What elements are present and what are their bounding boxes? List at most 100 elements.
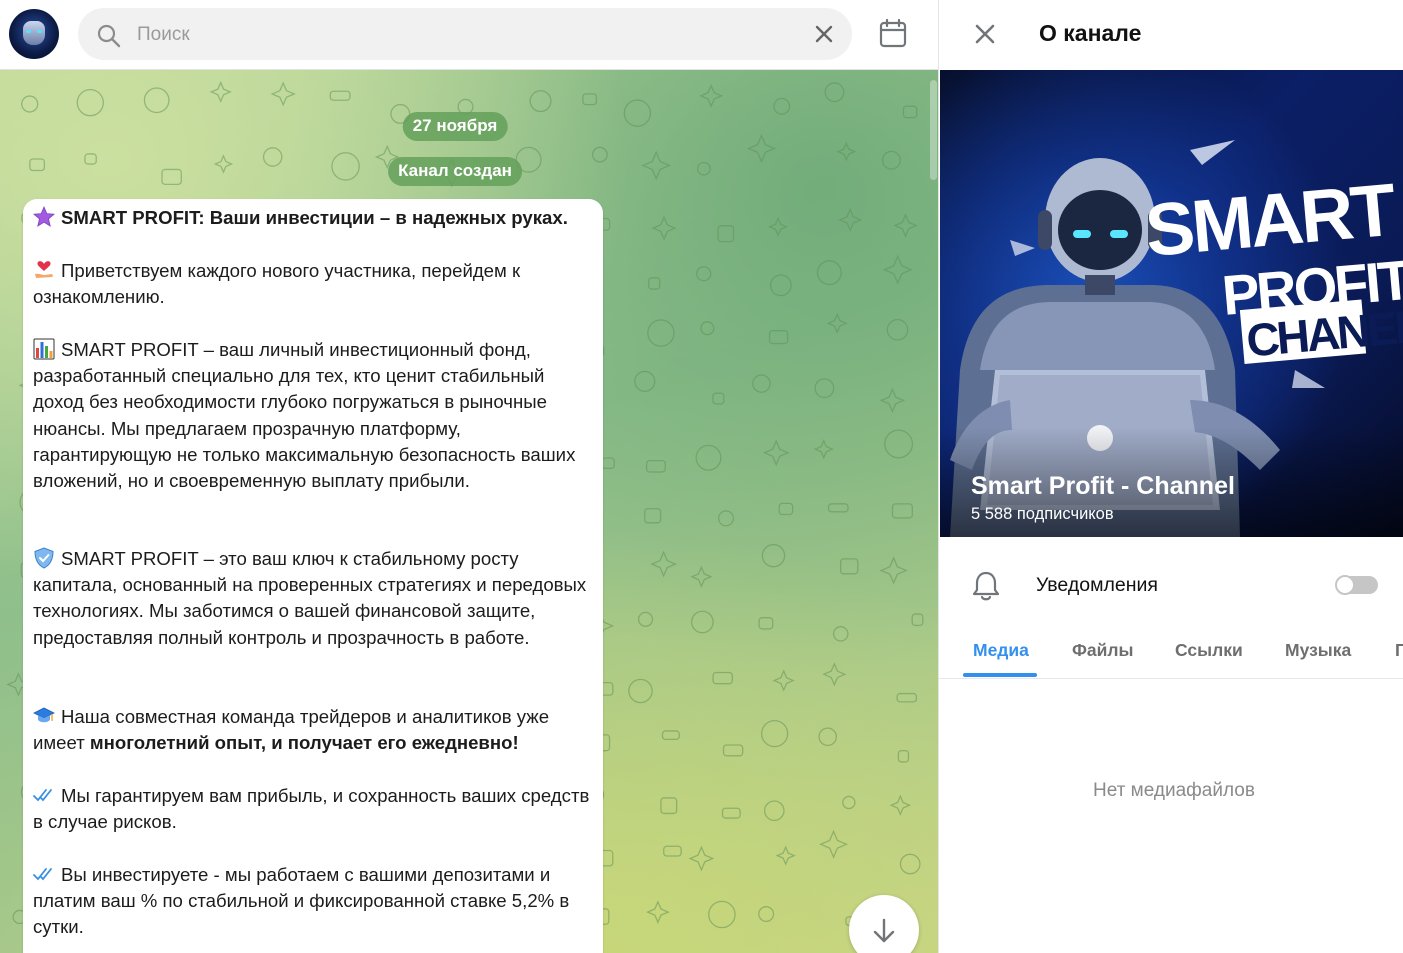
date-separator: 27 ноября xyxy=(402,112,508,141)
wallpaper-doodle xyxy=(761,719,789,748)
toggle-knob xyxy=(1335,575,1355,595)
search-bar[interactable] xyxy=(78,8,852,60)
wallpaper-doodle xyxy=(891,503,913,519)
wallpaper-doodle xyxy=(646,900,670,924)
wallpaper-doodle xyxy=(824,82,845,103)
panel-header: О канале xyxy=(939,0,1403,69)
wallpaper-doodle xyxy=(752,374,771,393)
tab-links[interactable]: Ссылки xyxy=(1175,640,1243,661)
graduation-cap-icon xyxy=(33,707,55,723)
message-bold-text: многолетний опыт, и получает его ежеднев… xyxy=(89,732,519,754)
message-text: Вы инвестируете - мы работаем с вашими д… xyxy=(33,864,570,938)
wallpaper-doodle xyxy=(329,90,351,101)
empty-media-message: Нет медиафайлов xyxy=(1093,780,1255,801)
wallpaper-doodle xyxy=(650,550,678,578)
shield-icon xyxy=(34,547,54,569)
wallpaper-doodle xyxy=(769,274,792,297)
message-paragraph: SMART PROFIT – это ваш ключ к стабильном… xyxy=(33,546,595,651)
wallpaper-doodle xyxy=(768,330,789,345)
wallpaper-doodle xyxy=(899,853,921,875)
wallpaper-doodle xyxy=(813,438,834,460)
wallpaper-doodle xyxy=(816,260,842,286)
notifications-toggle[interactable] xyxy=(1335,575,1378,595)
media-tabs: Медиа Файлы Ссылки Музыка Г xyxy=(939,628,1403,679)
wallpaper-doodle xyxy=(886,318,909,341)
wallpaper-doodle xyxy=(839,558,859,575)
wallpaper-doodle xyxy=(762,439,790,467)
wallpaper-doodle xyxy=(819,829,849,859)
clear-search-icon[interactable] xyxy=(814,24,834,44)
wallpaper-doodle xyxy=(688,845,715,872)
wallpaper-doodle xyxy=(696,161,711,176)
wallpaper-doodle xyxy=(708,900,736,929)
wallpaper-doodle xyxy=(592,146,608,163)
wallpaper-doodle xyxy=(661,730,680,741)
wallpaper-doodle xyxy=(270,81,296,107)
tab-overflow[interactable]: Г xyxy=(1395,640,1403,661)
message-paragraph: SMART PROFIT: Ваши инвестиции – в надежн… xyxy=(33,205,595,231)
wallpaper-doodle xyxy=(822,662,847,687)
wallpaper-doodle xyxy=(814,378,835,399)
wallpaper-doodle xyxy=(773,97,791,115)
channel-avatar[interactable] xyxy=(9,9,59,59)
search-input[interactable] xyxy=(135,20,779,50)
notifications-row[interactable]: Уведомления xyxy=(939,548,1403,624)
bell-icon xyxy=(972,571,1000,601)
wallpaper-doodle xyxy=(717,225,735,243)
message-text: Мы гарантируем вам прибыль, и сохранност… xyxy=(33,785,590,833)
wallpaper-doodle xyxy=(651,215,677,241)
wallpaper-doodle xyxy=(700,321,715,336)
wallpaper-doodle xyxy=(634,370,656,393)
wallpaper-doodle xyxy=(84,153,97,165)
wallpaper-doodle xyxy=(842,795,856,810)
wallpaper-doodle xyxy=(763,800,785,822)
brand-name: SMART PROFIT xyxy=(61,548,199,569)
wallpaper-doodle xyxy=(648,277,661,290)
wallpaper-doodle xyxy=(209,80,232,103)
panel-title: О канале xyxy=(1039,20,1142,46)
wallpaper-doodle xyxy=(879,387,906,414)
wallpaper-doodle xyxy=(637,611,654,627)
double-check-icon xyxy=(33,868,52,881)
chat-column: 27 ноября Канал создан SMART PROFIT: Ваш… xyxy=(0,0,938,953)
wallpaper-doodle xyxy=(695,444,722,471)
wallpaper-doodle xyxy=(712,671,733,685)
wallpaper-doodle xyxy=(262,147,283,167)
message-bubble[interactable]: SMART PROFIT: Ваши инвестиции – в надежн… xyxy=(23,199,603,953)
close-icon[interactable] xyxy=(974,23,996,45)
wallpaper-doodle xyxy=(628,678,653,704)
robot-eye-icon xyxy=(37,30,42,33)
robot-face-icon xyxy=(23,21,45,45)
arrow-down-icon xyxy=(873,918,895,943)
robot-eye-icon xyxy=(26,30,31,33)
wallpaper-doodle xyxy=(827,503,849,513)
chat-scrollbar[interactable] xyxy=(930,80,937,180)
wallpaper-doodle xyxy=(582,93,598,106)
tab-files[interactable]: Файлы xyxy=(1072,640,1134,661)
channel-cover-image[interactable]: SMART PROFIT CHANEL Smart Profit - Chann… xyxy=(940,70,1403,537)
wallpaper-doodle xyxy=(722,744,744,757)
message-text: SMART PROFIT: Ваши инвестиции – в надежн… xyxy=(61,207,568,228)
bar-chart-icon xyxy=(33,338,55,360)
wallpaper-doodle xyxy=(143,87,170,114)
wallpaper-doodle xyxy=(761,543,786,568)
service-message: Канал создан xyxy=(388,157,522,186)
wallpaper-doodle xyxy=(699,83,724,108)
wallpaper-doodle xyxy=(897,749,910,763)
tab-media[interactable]: Медиа xyxy=(973,640,1029,661)
wallpaper-doodle xyxy=(838,207,863,232)
message-paragraph: Вы инвестируете - мы работаем с вашими д… xyxy=(33,862,595,941)
wallpaper-doodle xyxy=(690,565,713,588)
calendar-icon[interactable] xyxy=(877,18,909,50)
wallpaper-doodle xyxy=(911,613,924,627)
wallpaper-doodle xyxy=(641,150,672,181)
wallpaper-doodle xyxy=(832,626,849,642)
tab-music[interactable]: Музыка xyxy=(1285,640,1351,661)
wallpaper-doodle xyxy=(331,152,360,181)
wallpaper-doodle xyxy=(826,312,848,334)
message-paragraph: Приветствуем каждого нового участника, п… xyxy=(33,258,595,310)
chat-area: 27 ноября Канал создан SMART PROFIT: Ваш… xyxy=(0,70,938,953)
wallpaper-doodle xyxy=(21,95,39,113)
wallpaper-doodle xyxy=(76,88,104,117)
subscriber-count: 5 588 подписчиков xyxy=(971,505,1114,523)
